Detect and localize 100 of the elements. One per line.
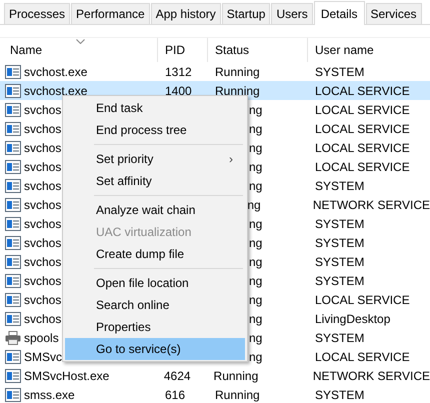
tab[interactable]: App history	[150, 3, 221, 24]
tab[interactable]: Performance	[71, 3, 150, 24]
app-window-icon	[5, 102, 21, 116]
user-name: NETWORK SERVICE	[312, 198, 430, 212]
process-status: ng	[247, 198, 261, 212]
process-name: svchos	[24, 178, 62, 192]
process-name: svchos	[24, 292, 62, 306]
user-name: LOCAL SERVICE	[315, 102, 410, 116]
process-name: svchost.exe	[24, 84, 88, 98]
app-window-icon	[5, 140, 21, 154]
app-window-icon	[5, 216, 21, 230]
column-header[interactable]: PID	[158, 38, 208, 62]
pid: 1400	[165, 84, 192, 98]
app-window-icon	[5, 236, 21, 250]
menu-item[interactable]: Open file location	[65, 272, 245, 294]
process-row[interactable]: smss.exe 616 Running SYSTEM	[0, 385, 430, 403]
process-status: ng	[249, 312, 262, 326]
process-name: svchos	[24, 122, 62, 136]
app-window-icon	[5, 292, 21, 306]
process-row[interactable]: svchost.exe 1312 Running SYSTEM	[0, 62, 430, 81]
user-name: SYSTEM	[315, 236, 364, 250]
column-header[interactable]: Name	[0, 38, 158, 62]
printer-icon	[5, 330, 21, 344]
user-name: SYSTEM	[315, 178, 364, 192]
menu-item[interactable]: Properties	[65, 316, 245, 338]
user-name: LOCAL SERVICE	[315, 122, 410, 136]
app-window-icon	[5, 254, 21, 268]
app-window-icon	[5, 350, 21, 364]
sort-caret-icon	[76, 39, 85, 44]
column-header[interactable]: User name	[308, 38, 430, 62]
user-name: LOCAL SERVICE	[315, 292, 410, 306]
tab[interactable]: Startup	[222, 3, 270, 24]
user-name: LOCAL SERVICE	[315, 140, 410, 154]
process-status: ng	[249, 102, 262, 116]
user-name: SYSTEM	[315, 216, 364, 230]
process-name: svchos	[24, 254, 62, 268]
process-status: ng	[249, 330, 262, 344]
app-window-icon	[5, 122, 21, 136]
pid: 4624	[164, 368, 191, 382]
menu-item[interactable]: Search online	[65, 294, 245, 316]
user-name: SYSTEM	[315, 254, 364, 268]
pid: 1312	[165, 64, 192, 78]
process-name: spools	[24, 330, 59, 344]
process-status: ng	[249, 178, 262, 192]
process-status: ng	[249, 140, 262, 154]
user-name: SYSTEM	[315, 388, 364, 402]
app-window-icon	[5, 178, 21, 192]
app-window-icon	[5, 368, 21, 382]
app-window-icon	[5, 84, 21, 98]
menu-item[interactable]: Create dump file	[65, 243, 245, 265]
process-status: Running	[215, 84, 260, 98]
menu-item[interactable]: End task	[65, 97, 245, 119]
process-name: svchos	[24, 140, 62, 154]
process-name: svchos	[24, 216, 62, 230]
process-name: svchos	[24, 160, 62, 174]
process-status: ng	[249, 160, 262, 174]
app-window-icon	[5, 274, 21, 288]
tab[interactable]: Users	[271, 3, 313, 24]
process-status: Running	[215, 388, 260, 402]
app-window-icon	[5, 160, 21, 174]
user-name: SYSTEM	[315, 330, 364, 344]
user-name: LivingDesktop	[315, 312, 390, 326]
tab[interactable]: Processes	[4, 3, 70, 24]
process-status: ng	[249, 292, 262, 306]
menu-item[interactable]: End process tree	[65, 119, 245, 141]
tab[interactable]: Services	[366, 3, 422, 24]
process-status: ng	[249, 216, 262, 230]
column-header[interactable]: Status	[208, 38, 308, 62]
process-name: svchos	[24, 198, 62, 212]
menu-item[interactable]: Set affinity	[65, 170, 245, 192]
process-row[interactable]: SMSvcHost.exe 4624 Running NETWORK SERVICE	[0, 366, 430, 385]
user-name: LOCAL SERVICE	[315, 160, 410, 174]
process-name: SMSvcHost.exe	[24, 368, 110, 382]
menu-item[interactable]: Set priority ›	[65, 148, 245, 170]
user-name: SYSTEM	[315, 274, 364, 288]
menu-item[interactable]: Analyze wait chain	[65, 199, 245, 221]
process-name: svchos	[24, 312, 62, 326]
user-name: LOCAL SERVICE	[315, 350, 410, 364]
process-status: ng	[249, 350, 262, 364]
process-name: svchost.exe	[24, 64, 88, 78]
user-name: NETWORK SERVICE	[312, 368, 430, 382]
process-status: ng	[249, 122, 262, 136]
process-name: smss.exe	[24, 388, 75, 402]
process-name: SMSvc	[24, 350, 62, 364]
menu-item[interactable]: Go to service(s)	[65, 338, 245, 360]
process-status: Running	[214, 368, 258, 382]
process-status: ng	[249, 274, 262, 288]
pid: 616	[165, 388, 186, 402]
app-window-icon	[5, 198, 21, 212]
process-status: ng	[249, 254, 262, 268]
process-status: Running	[215, 64, 260, 78]
process-status: ng	[249, 236, 262, 250]
process-name: svchos	[24, 236, 62, 250]
user-name: SYSTEM	[315, 64, 364, 78]
app-window-icon	[5, 312, 21, 326]
tab[interactable]: Details	[314, 1, 364, 25]
process-name: svchos	[24, 102, 62, 116]
app-window-icon	[5, 64, 21, 78]
user-name: LOCAL SERVICE	[315, 84, 410, 98]
process-name: svchos	[24, 274, 62, 288]
